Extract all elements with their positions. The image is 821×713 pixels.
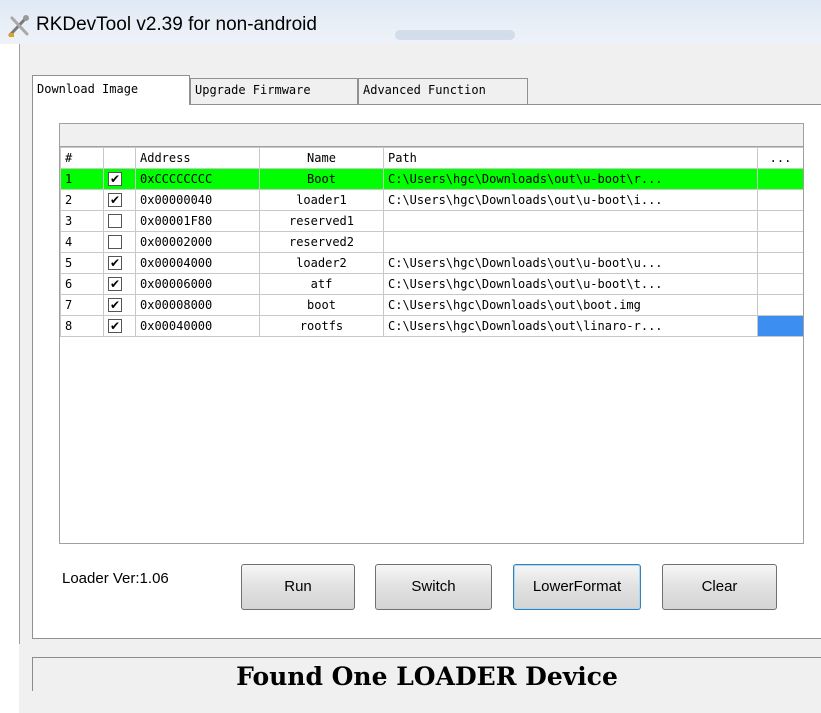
status-message: Found One LOADER Device [32, 657, 821, 691]
table-row[interactable]: 4 0x00002000 reserved2 [60, 231, 803, 253]
row-index: 5 [60, 252, 104, 274]
row-name[interactable]: rootfs [259, 315, 384, 337]
title-bar: RKDevTool v2.39 for non-android [0, 0, 821, 44]
row-checkbox-cell[interactable]: ✔ [103, 168, 136, 190]
row-checkbox-cell[interactable]: ✔ [103, 315, 136, 337]
row-checkbox[interactable] [108, 235, 122, 250]
column-header-name[interactable]: Name [259, 147, 384, 169]
run-button[interactable]: Run [241, 564, 355, 610]
row-checkbox-cell[interactable]: ✔ [103, 189, 136, 211]
grid-header-strip [59, 123, 804, 147]
tab-download-image[interactable]: Download Image [32, 75, 190, 105]
row-name[interactable]: loader2 [259, 252, 384, 274]
row-address[interactable]: 0x00002000 [135, 231, 260, 253]
table-row[interactable]: 2 ✔ 0x00000040 loader1 C:\Users\hgc\Download… [60, 189, 803, 211]
row-browse-cell[interactable] [757, 252, 803, 274]
row-name[interactable]: atf [259, 273, 384, 295]
window-title: RKDevTool v2.39 for non-android [36, 14, 317, 35]
tab-upgrade-firmware[interactable]: Upgrade Firmware [190, 78, 358, 104]
row-index: 3 [60, 210, 104, 232]
row-address[interactable]: 0x00040000 [135, 315, 260, 337]
row-address[interactable]: 0x00000040 [135, 189, 260, 211]
row-checkbox-cell[interactable] [103, 231, 136, 253]
table-row[interactable]: 3 0x00001F80 reserved1 [60, 210, 803, 232]
row-checkbox[interactable]: ✔ [108, 193, 122, 208]
row-index: 4 [60, 231, 104, 253]
table-row[interactable]: 8 ✔ 0x00040000 rootfs C:\Users\hgc\Downloads… [60, 315, 803, 337]
column-header-check [103, 147, 136, 169]
row-browse-cell[interactable] [757, 210, 803, 232]
row-checkbox-cell[interactable]: ✔ [103, 252, 136, 274]
row-index: 6 [60, 273, 104, 295]
row-checkbox[interactable]: ✔ [108, 298, 122, 313]
row-path[interactable]: C:\Users\hgc\Downloads\out\linaro-r... [383, 315, 758, 337]
row-index: 8 [60, 315, 104, 337]
row-checkbox-cell[interactable]: ✔ [103, 294, 136, 316]
tab-advanced-function[interactable]: Advanced Function [358, 78, 528, 104]
row-checkbox[interactable]: ✔ [108, 319, 122, 334]
window-frame-line [19, 44, 20, 644]
table-row[interactable]: 5 ✔ 0x00004000 loader2 C:\Users\hgc\Download… [60, 252, 803, 274]
row-name[interactable]: Boot [259, 168, 384, 190]
row-index: 1 [60, 168, 104, 190]
row-browse-cell[interactable] [757, 273, 803, 295]
title-bar-blur [395, 30, 515, 40]
column-header-address[interactable]: Address [135, 147, 260, 169]
switch-button[interactable]: Switch [375, 564, 492, 610]
clear-button[interactable]: Clear [662, 564, 777, 610]
row-index: 7 [60, 294, 104, 316]
column-header-path[interactable]: Path [383, 147, 758, 169]
row-browse-cell[interactable] [757, 315, 803, 337]
table-row[interactable]: 1 ✔ 0xCCCCCCCC Boot C:\Users\hgc\Downloads\o… [60, 168, 803, 190]
row-checkbox-cell[interactable]: ✔ [103, 273, 136, 295]
column-header-index: # [60, 147, 104, 169]
row-name[interactable]: loader1 [259, 189, 384, 211]
row-path[interactable]: C:\Users\hgc\Downloads\out\u-boot\t... [383, 273, 758, 295]
row-name[interactable]: reserved2 [259, 231, 384, 253]
loader-version-label: Loader Ver:1.06 [62, 570, 169, 587]
row-checkbox[interactable]: ✔ [108, 172, 122, 187]
row-browse-cell[interactable] [757, 189, 803, 211]
column-header-browse: ... [757, 147, 803, 169]
row-path[interactable]: C:\Users\hgc\Downloads\out\u-boot\r... [383, 168, 758, 190]
row-address[interactable]: 0x00006000 [135, 273, 260, 295]
row-address[interactable]: 0x00004000 [135, 252, 260, 274]
row-checkbox[interactable]: ✔ [108, 277, 122, 292]
row-name[interactable]: reserved1 [259, 210, 384, 232]
row-browse-cell[interactable] [757, 231, 803, 253]
table-row[interactable]: 7 ✔ 0x00008000 boot C:\Users\hgc\Downloads\o… [60, 294, 803, 316]
row-address[interactable]: 0x00008000 [135, 294, 260, 316]
row-address[interactable]: 0xCCCCCCCC [135, 168, 260, 190]
row-browse-cell[interactable] [757, 294, 803, 316]
row-path[interactable]: C:\Users\hgc\Downloads\out\u-boot\u... [383, 252, 758, 274]
row-checkbox[interactable]: ✔ [108, 256, 122, 271]
row-path[interactable]: C:\Users\hgc\Downloads\out\boot.img [383, 294, 758, 316]
row-checkbox[interactable] [108, 214, 122, 229]
lower-format-button[interactable]: LowerFormat [513, 564, 641, 610]
row-index: 2 [60, 189, 104, 211]
row-path[interactable] [383, 231, 758, 253]
row-name[interactable]: boot [259, 294, 384, 316]
row-browse-cell[interactable] [757, 168, 803, 190]
left-edge [0, 44, 19, 713]
table-row[interactable]: 6 ✔ 0x00006000 atf C:\Users\hgc\Downloads\ou… [60, 273, 803, 295]
row-checkbox-cell[interactable] [103, 210, 136, 232]
row-address[interactable]: 0x00001F80 [135, 210, 260, 232]
row-path[interactable] [383, 210, 758, 232]
table-header-row: # Address Name Path ... [60, 147, 803, 169]
crossed-tools-icon [8, 15, 29, 37]
row-path[interactable]: C:\Users\hgc\Downloads\out\u-boot\i... [383, 189, 758, 211]
partition-table: # Address Name Path ... 1 ✔ 0xCCCCCCCC Boot… [59, 146, 804, 544]
